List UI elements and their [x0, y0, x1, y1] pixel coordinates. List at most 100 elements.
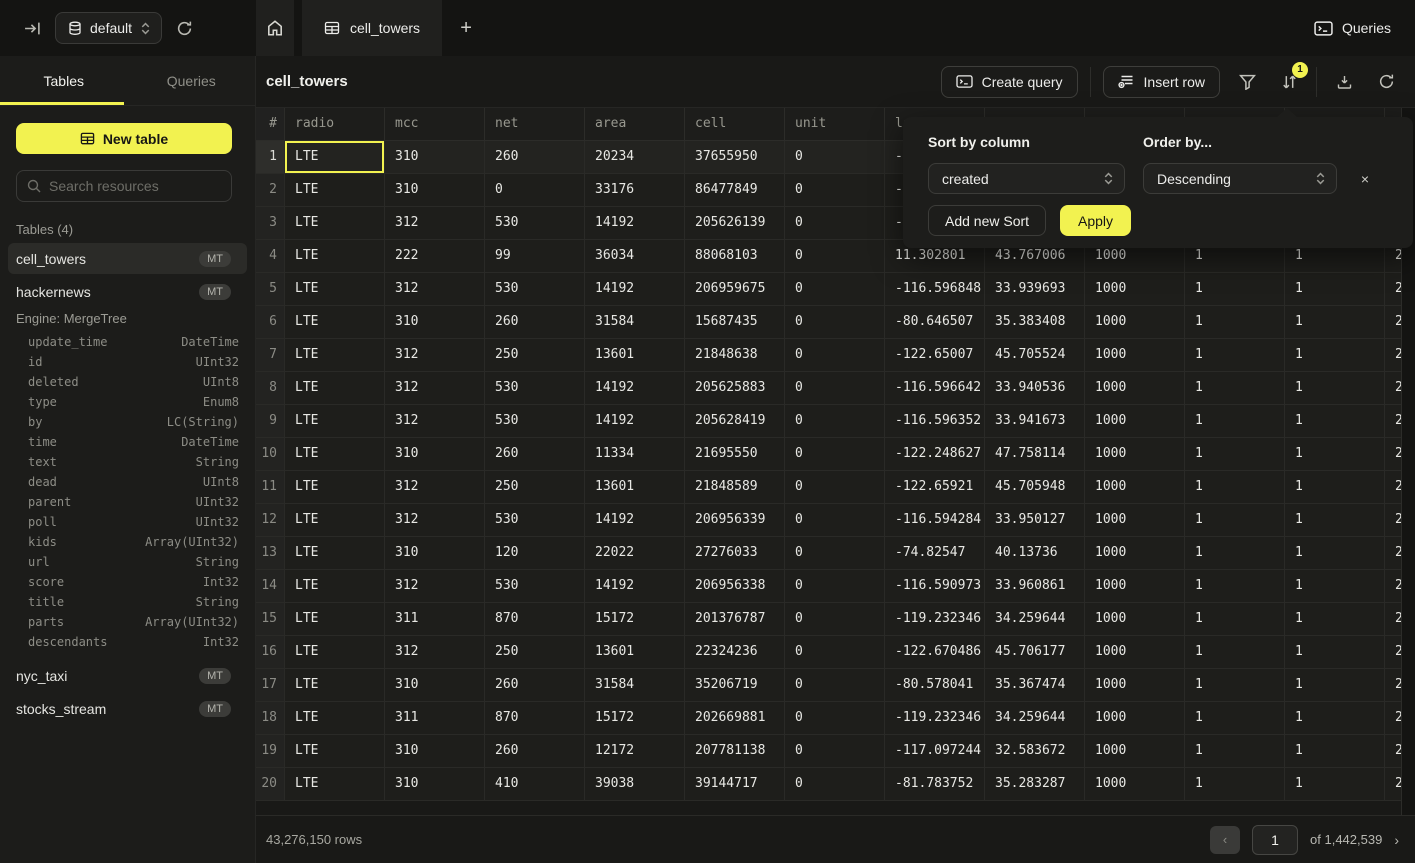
table-cell[interactable]: -74.82547 — [885, 537, 985, 570]
page-number-input[interactable] — [1252, 825, 1298, 855]
table-cell[interactable]: 1 — [1285, 372, 1385, 405]
table-cell[interactable]: 0 — [785, 471, 885, 504]
table-cell[interactable]: LTE — [285, 669, 385, 702]
table-cell[interactable]: 206959675 — [685, 273, 785, 306]
table-cell[interactable]: 260 — [485, 306, 585, 339]
table-cell[interactable]: 312 — [385, 372, 485, 405]
table-cell[interactable]: 47.758114 — [985, 438, 1085, 471]
table-cell[interactable]: 2 — [1385, 405, 1401, 438]
table-cell[interactable]: 13601 — [585, 471, 685, 504]
table-cell[interactable]: 310 — [385, 174, 485, 207]
table-cell[interactable]: 1 — [1285, 306, 1385, 339]
table-cell[interactable]: 530 — [485, 372, 585, 405]
table-cell[interactable]: 312 — [385, 570, 485, 603]
column-header[interactable]: area — [585, 108, 685, 141]
table-cell[interactable]: 31584 — [585, 669, 685, 702]
table-cell[interactable]: 13601 — [585, 636, 685, 669]
row-number-cell[interactable]: 9 — [256, 405, 285, 438]
row-number-cell[interactable]: 3 — [256, 207, 285, 240]
table-cell[interactable]: 1000 — [1085, 702, 1185, 735]
table-cell[interactable]: 1000 — [1085, 339, 1185, 372]
table-cell[interactable]: 1000 — [1085, 471, 1185, 504]
apply-sort-button[interactable]: Apply — [1060, 205, 1131, 236]
table-cell[interactable]: 12172 — [585, 735, 685, 768]
row-number-cell[interactable]: 2 — [256, 174, 285, 207]
row-number-cell[interactable]: 12 — [256, 504, 285, 537]
table-cell[interactable]: 312 — [385, 339, 485, 372]
table-cell[interactable]: 15687435 — [685, 306, 785, 339]
table-cell[interactable]: LTE — [285, 405, 385, 438]
table-cell[interactable]: 21695550 — [685, 438, 785, 471]
table-cell[interactable]: 35.367474 — [985, 669, 1085, 702]
table-cell[interactable]: 1000 — [1085, 438, 1185, 471]
prev-page-button[interactable]: ‹ — [1210, 826, 1240, 854]
sidebar-item-cell-towers[interactable]: cell_towers MT — [8, 243, 247, 274]
table-cell[interactable]: 1 — [1285, 405, 1385, 438]
table-cell[interactable]: 1 — [1285, 537, 1385, 570]
table-cell[interactable]: 0 — [785, 240, 885, 273]
table-cell[interactable]: 530 — [485, 207, 585, 240]
table-cell[interactable]: 1 — [1185, 372, 1285, 405]
table-cell[interactable]: 2 — [1385, 669, 1401, 702]
table-cell[interactable]: -119.232346 — [885, 702, 985, 735]
table-cell[interactable]: 14192 — [585, 273, 685, 306]
table-cell[interactable]: 22022 — [585, 537, 685, 570]
table-cell[interactable]: 1000 — [1085, 768, 1185, 801]
table-cell[interactable]: 202669881 — [685, 702, 785, 735]
sort-column-select[interactable]: created — [928, 163, 1125, 194]
table-cell[interactable]: 2 — [1385, 306, 1401, 339]
table-cell[interactable]: 32.583672 — [985, 735, 1085, 768]
row-number-cell[interactable]: 15 — [256, 603, 285, 636]
table-cell[interactable]: 33.941673 — [985, 405, 1085, 438]
table-cell[interactable]: 310 — [385, 735, 485, 768]
table-cell[interactable]: 0 — [785, 636, 885, 669]
table-cell[interactable]: LTE — [285, 636, 385, 669]
table-cell[interactable]: LTE — [285, 504, 385, 537]
table-cell[interactable]: 45.705948 — [985, 471, 1085, 504]
column-header[interactable]: cell — [685, 108, 785, 141]
table-cell[interactable]: 2 — [1385, 273, 1401, 306]
table-cell[interactable]: -116.596848 — [885, 273, 985, 306]
row-number-cell[interactable]: 20 — [256, 768, 285, 801]
table-cell[interactable]: 2 — [1385, 636, 1401, 669]
sort-order-select[interactable]: Descending — [1143, 163, 1337, 194]
row-number-header[interactable]: # — [256, 108, 285, 141]
create-query-button[interactable]: Create query — [941, 66, 1078, 98]
table-cell[interactable]: 34.259644 — [985, 702, 1085, 735]
table-cell[interactable]: 1 — [1185, 438, 1285, 471]
table-cell[interactable]: 27276033 — [685, 537, 785, 570]
insert-row-button[interactable]: Insert row — [1103, 66, 1220, 98]
table-cell[interactable]: LTE — [285, 603, 385, 636]
table-cell[interactable]: 14192 — [585, 504, 685, 537]
table-cell[interactable]: 312 — [385, 405, 485, 438]
table-cell[interactable]: 312 — [385, 273, 485, 306]
table-cell[interactable]: 1000 — [1085, 273, 1185, 306]
table-cell[interactable]: 1 — [1285, 636, 1385, 669]
table-cell[interactable]: 2 — [1385, 537, 1401, 570]
refresh-connection-icon[interactable] — [176, 20, 193, 37]
table-cell[interactable]: 99 — [485, 240, 585, 273]
table-cell[interactable]: -80.578041 — [885, 669, 985, 702]
table-cell[interactable]: -116.590973 — [885, 570, 985, 603]
table-cell[interactable]: 260 — [485, 669, 585, 702]
table-cell[interactable]: 0 — [785, 603, 885, 636]
table-cell[interactable]: 530 — [485, 504, 585, 537]
table-cell[interactable]: 0 — [785, 372, 885, 405]
table-cell[interactable]: 1 — [1185, 636, 1285, 669]
table-cell[interactable]: 1 — [1285, 702, 1385, 735]
table-cell[interactable]: LTE — [285, 273, 385, 306]
search-input[interactable] — [49, 178, 209, 194]
table-cell[interactable]: 120 — [485, 537, 585, 570]
table-cell[interactable]: 205625883 — [685, 372, 785, 405]
table-cell[interactable]: 1000 — [1085, 372, 1185, 405]
table-cell[interactable]: 36034 — [585, 240, 685, 273]
table-cell[interactable]: 1 — [1285, 471, 1385, 504]
table-cell[interactable]: -116.596642 — [885, 372, 985, 405]
table-cell[interactable]: 2 — [1385, 339, 1401, 372]
table-cell[interactable]: 870 — [485, 702, 585, 735]
remove-sort-icon[interactable]: × — [1350, 163, 1380, 194]
table-cell[interactable]: 15172 — [585, 603, 685, 636]
table-cell[interactable]: LTE — [285, 207, 385, 240]
refresh-table-icon[interactable] — [1371, 67, 1401, 97]
table-cell[interactable]: LTE — [285, 438, 385, 471]
